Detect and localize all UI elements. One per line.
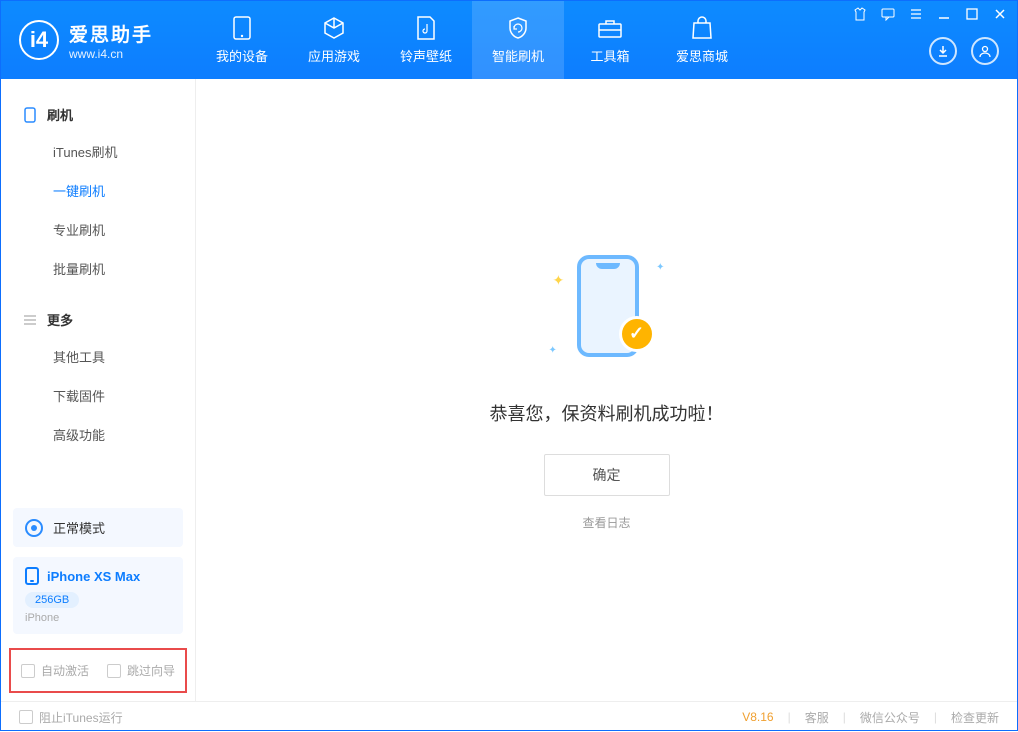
checkbox-icon	[107, 664, 121, 678]
list-icon	[23, 313, 37, 327]
header-right-icons	[929, 37, 999, 65]
app-logo-icon: i4	[19, 20, 59, 60]
shirt-icon[interactable]	[853, 7, 867, 21]
device-card[interactable]: iPhone XS Max 256GB iPhone	[13, 557, 183, 634]
device-status-area: 正常模式 iPhone XS Max 256GB iPhone	[1, 508, 195, 648]
status-card[interactable]: 正常模式	[13, 508, 183, 547]
checkbox-icon	[21, 664, 35, 678]
maximize-icon[interactable]	[965, 7, 979, 21]
sidebar-item-other-tools[interactable]: 其他工具	[1, 337, 195, 376]
cube-icon	[321, 16, 347, 40]
checkbox-block-itunes[interactable]: 阻止iTunes运行	[19, 709, 123, 726]
separator: |	[788, 710, 791, 724]
sparkle-icon: ✦	[553, 272, 565, 289]
tab-apps-games[interactable]: 应用游戏	[288, 1, 380, 79]
window-controls	[853, 7, 1007, 21]
sidebar-item-oneclick-flash[interactable]: 一键刷机	[1, 171, 195, 210]
bag-icon	[689, 16, 715, 40]
tab-label: 爱思商城	[676, 46, 728, 65]
footer-left: 阻止iTunes运行	[19, 709, 123, 726]
download-icon[interactable]	[929, 37, 957, 65]
tab-label: 铃声壁纸	[400, 46, 452, 65]
device-os-label: iPhone	[25, 612, 171, 624]
shield-refresh-icon	[505, 16, 531, 40]
menu-heading-more: 更多	[1, 302, 195, 337]
sidebar-item-download-firmware[interactable]: 下载固件	[1, 376, 195, 415]
menu-icon[interactable]	[909, 7, 923, 21]
checkbox-label: 跳过向导	[127, 662, 175, 679]
close-icon[interactable]	[993, 7, 1007, 21]
sidebar-item-pro-flash[interactable]: 专业刷机	[1, 210, 195, 249]
checkbox-auto-activate[interactable]: 自动激活	[21, 662, 89, 679]
support-link[interactable]: 客服	[805, 709, 829, 726]
tab-my-device[interactable]: 我的设备	[196, 1, 288, 79]
sparkle-icon: ✦	[549, 345, 557, 356]
user-icon[interactable]	[971, 37, 999, 65]
app-title: 爱思助手	[69, 20, 153, 47]
tab-smart-flash[interactable]: 智能刷机	[472, 1, 564, 79]
sidebar-item-itunes-flash[interactable]: iTunes刷机	[1, 132, 195, 171]
tab-ringtone-wallpaper[interactable]: 铃声壁纸	[380, 1, 472, 79]
device-icon	[229, 16, 255, 40]
menu-heading-label: 刷机	[47, 105, 73, 124]
toolbox-icon	[597, 16, 623, 40]
tab-label: 智能刷机	[492, 46, 544, 65]
options-row: 自动激活 跳过向导	[9, 648, 187, 693]
tab-store[interactable]: 爱思商城	[656, 1, 748, 79]
tab-toolbox[interactable]: 工具箱	[564, 1, 656, 79]
version-label: V8.16	[742, 710, 773, 724]
sidebar-item-advanced[interactable]: 高级功能	[1, 415, 195, 454]
separator: |	[934, 710, 937, 724]
success-message: 恭喜您，保资料刷机成功啦！	[490, 400, 724, 426]
tab-label: 应用游戏	[308, 46, 360, 65]
tab-label: 工具箱	[590, 46, 629, 65]
checkbox-label: 阻止iTunes运行	[39, 709, 123, 726]
sidebar-item-batch-flash[interactable]: 批量刷机	[1, 249, 195, 288]
tab-label: 我的设备	[216, 46, 268, 65]
storage-badge: 256GB	[25, 592, 79, 608]
main-content: ✦ ✦ ✦ ✓ 恭喜您，保资料刷机成功啦！ 确定 查看日志	[196, 79, 1017, 701]
confirm-button[interactable]: 确定	[544, 454, 670, 496]
body: 刷机 iTunes刷机 一键刷机 专业刷机 批量刷机 更多 其他工具 下载固件 …	[1, 79, 1017, 701]
view-log-link[interactable]: 查看日志	[582, 514, 630, 531]
checkbox-skip-guide[interactable]: 跳过向导	[107, 662, 175, 679]
wechat-link[interactable]: 微信公众号	[860, 709, 920, 726]
app-url: www.i4.cn	[69, 47, 153, 61]
checkbox-label: 自动激活	[41, 662, 89, 679]
device-name: iPhone XS Max	[47, 569, 140, 584]
status-mode-label: 正常模式	[53, 518, 105, 537]
minimize-icon[interactable]	[937, 7, 951, 21]
footer-right: V8.16 | 客服 | 微信公众号 | 检查更新	[742, 709, 999, 726]
checkbox-icon	[19, 710, 33, 724]
sparkle-icon: ✦	[656, 262, 664, 273]
logo-area: i4 爱思助手 www.i4.cn	[1, 20, 196, 61]
menu-heading-flash: 刷机	[1, 97, 195, 132]
check-badge-icon: ✓	[619, 316, 655, 352]
menu-heading-label: 更多	[47, 310, 73, 329]
app-header: i4 爱思助手 www.i4.cn 我的设备 应用游戏 铃声壁纸	[1, 1, 1017, 79]
sidebar-menu: 刷机 iTunes刷机 一键刷机 专业刷机 批量刷机 更多 其他工具 下载固件 …	[1, 79, 195, 508]
success-illustration: ✦ ✦ ✦ ✓	[547, 250, 667, 370]
music-file-icon	[413, 16, 439, 40]
main-nav: 我的设备 应用游戏 铃声壁纸 智能刷机 工具箱	[196, 1, 748, 79]
sidebar: 刷机 iTunes刷机 一键刷机 专业刷机 批量刷机 更多 其他工具 下载固件 …	[1, 79, 196, 701]
phone-outline-icon	[23, 108, 37, 122]
check-update-link[interactable]: 检查更新	[951, 709, 999, 726]
status-dot-icon	[25, 519, 43, 537]
footer: 阻止iTunes运行 V8.16 | 客服 | 微信公众号 | 检查更新	[1, 701, 1017, 732]
phone-icon	[25, 567, 39, 585]
separator: |	[843, 710, 846, 724]
feedback-icon[interactable]	[881, 7, 895, 21]
